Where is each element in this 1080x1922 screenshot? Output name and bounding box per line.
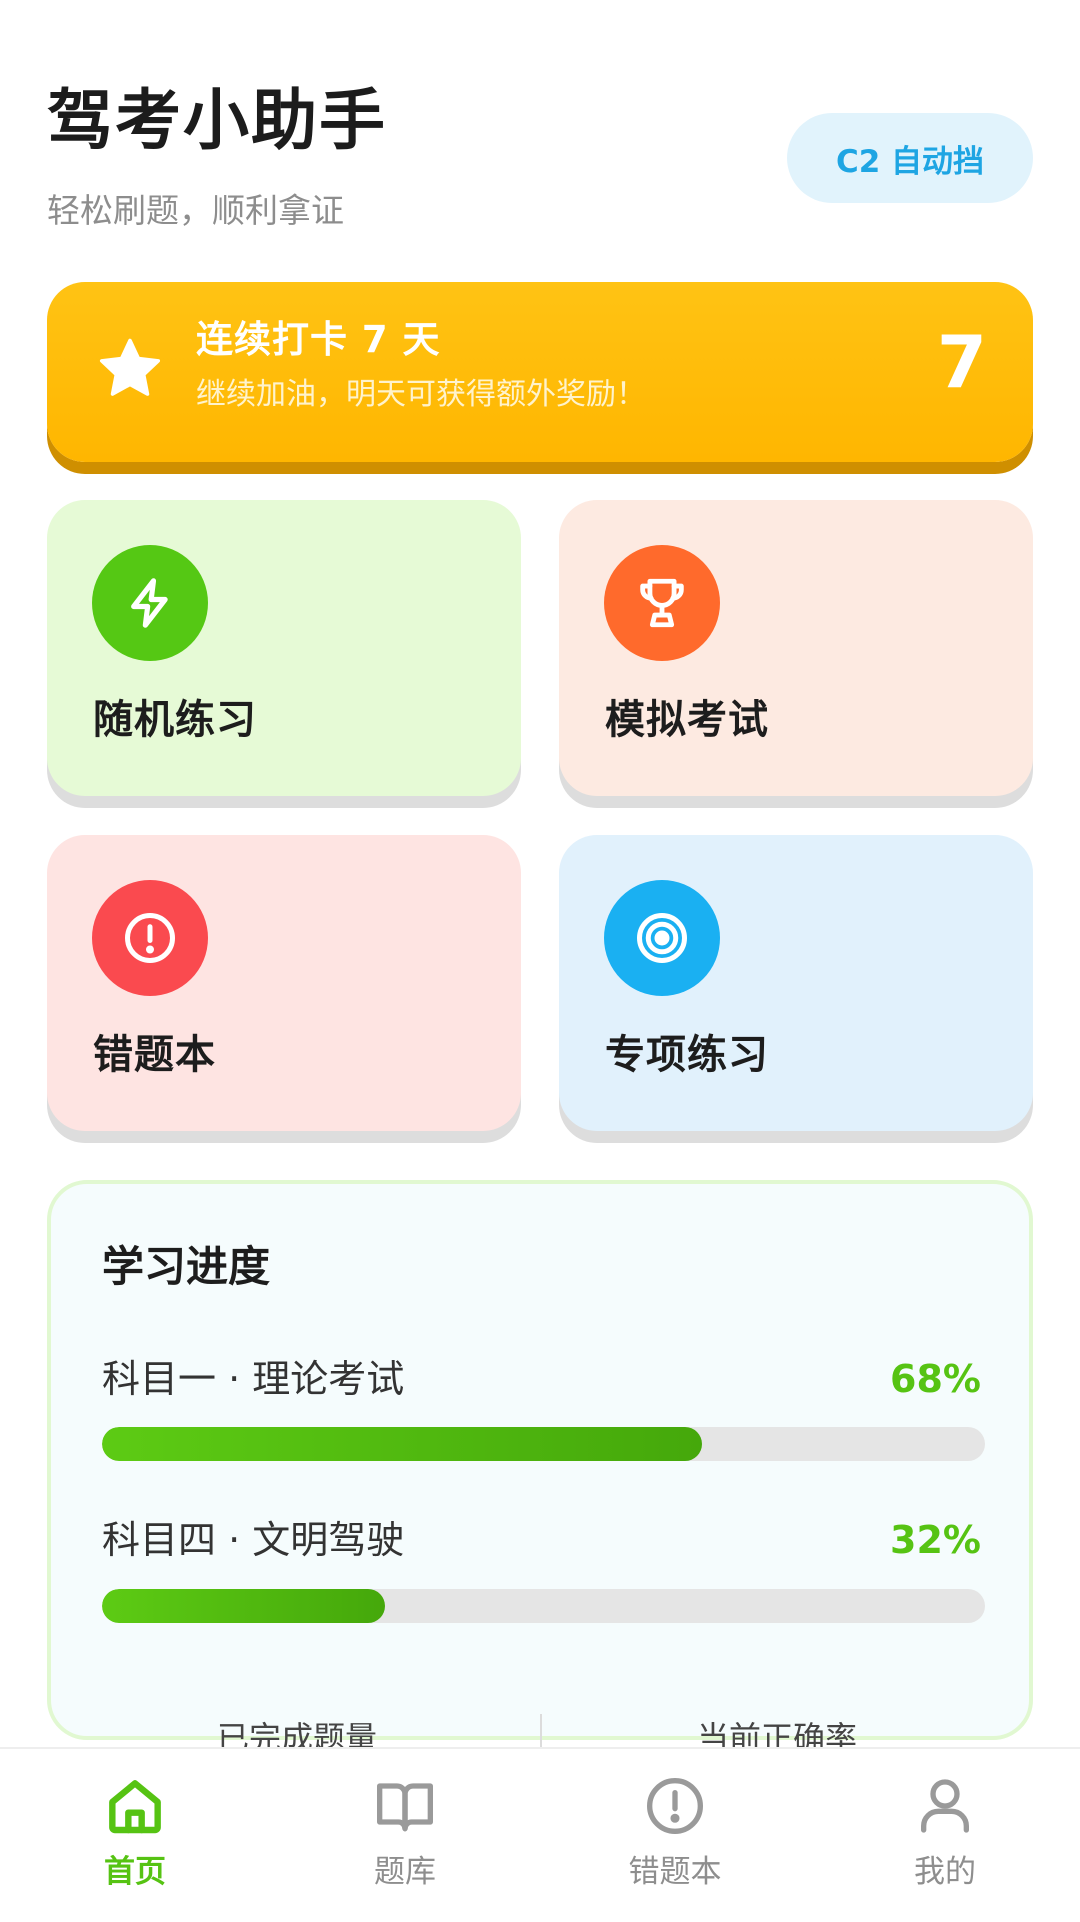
- bottom-tab-bar: 首页 题库 错题本 我的: [0, 1747, 1080, 1920]
- random-practice-label: 随机练习: [93, 697, 257, 743]
- target-icon: [604, 880, 720, 996]
- tab-profile[interactable]: 我的: [810, 1749, 1080, 1922]
- tab-question-bank[interactable]: 题库: [270, 1749, 540, 1922]
- subject-four-label: 科目四 · 文明驾驶: [102, 1518, 405, 1562]
- streak-title: 连续打卡 7 天: [196, 318, 441, 361]
- subject-four-percent: 32%: [890, 1518, 981, 1562]
- streak-subtitle: 继续加油，明天可获得额外奖励！: [196, 377, 646, 412]
- subject-one-progress-bar: [102, 1427, 985, 1461]
- streak-count: 7: [936, 320, 987, 404]
- wrong-questions-label: 错题本: [93, 1032, 216, 1078]
- app-title: 驾考小助手: [47, 82, 387, 159]
- study-progress-panel: 学习进度 科目一 · 理论考试 68% 科目四 · 文明驾驶 32% 已完成题量…: [47, 1180, 1033, 1754]
- progress-title: 学习进度: [102, 1242, 271, 1291]
- subject-four-progress-fill: [102, 1589, 385, 1623]
- subject-one-progress-fill: [102, 1427, 703, 1461]
- tab-home-label: 首页: [104, 1854, 166, 1890]
- alert-icon: [92, 880, 208, 996]
- tab-home[interactable]: 首页: [0, 1749, 270, 1922]
- tab-wrong-questions-label: 错题本: [628, 1854, 722, 1890]
- special-practice-card[interactable]: 专项练习: [559, 835, 1033, 1131]
- home-icon: [109, 1780, 161, 1834]
- wrong-questions-card[interactable]: 错题本: [47, 835, 521, 1131]
- header: 驾考小助手 轻松刷题，顺利拿证 C2 自动挡: [47, 88, 1033, 228]
- alert-icon: [647, 1778, 703, 1834]
- trophy-icon: [604, 545, 720, 661]
- tab-wrong-questions[interactable]: 错题本: [540, 1749, 810, 1922]
- lightning-icon: [92, 545, 208, 661]
- tab-question-bank-label: 题库: [374, 1854, 436, 1890]
- checkin-streak-banner[interactable]: 连续打卡 7 天 继续加油，明天可获得额外奖励！ 7: [47, 282, 1033, 462]
- user-icon: [921, 1779, 969, 1833]
- star-icon: [99, 338, 161, 396]
- book-icon: [377, 1783, 433, 1832]
- special-practice-label: 专项练习: [605, 1032, 769, 1078]
- random-practice-card[interactable]: 随机练习: [47, 500, 521, 796]
- subject-one-label: 科目一 · 理论考试: [102, 1357, 405, 1401]
- tab-profile-label: 我的: [914, 1854, 976, 1890]
- mock-exam-label: 模拟考试: [605, 697, 769, 743]
- license-type-button[interactable]: C2 自动挡: [787, 113, 1033, 203]
- subject-one-percent: 68%: [890, 1357, 981, 1401]
- subject-four-progress-bar: [102, 1589, 985, 1623]
- mock-exam-card[interactable]: 模拟考试: [559, 500, 1033, 796]
- app-subtitle: 轻松刷题，顺利拿证: [47, 191, 344, 230]
